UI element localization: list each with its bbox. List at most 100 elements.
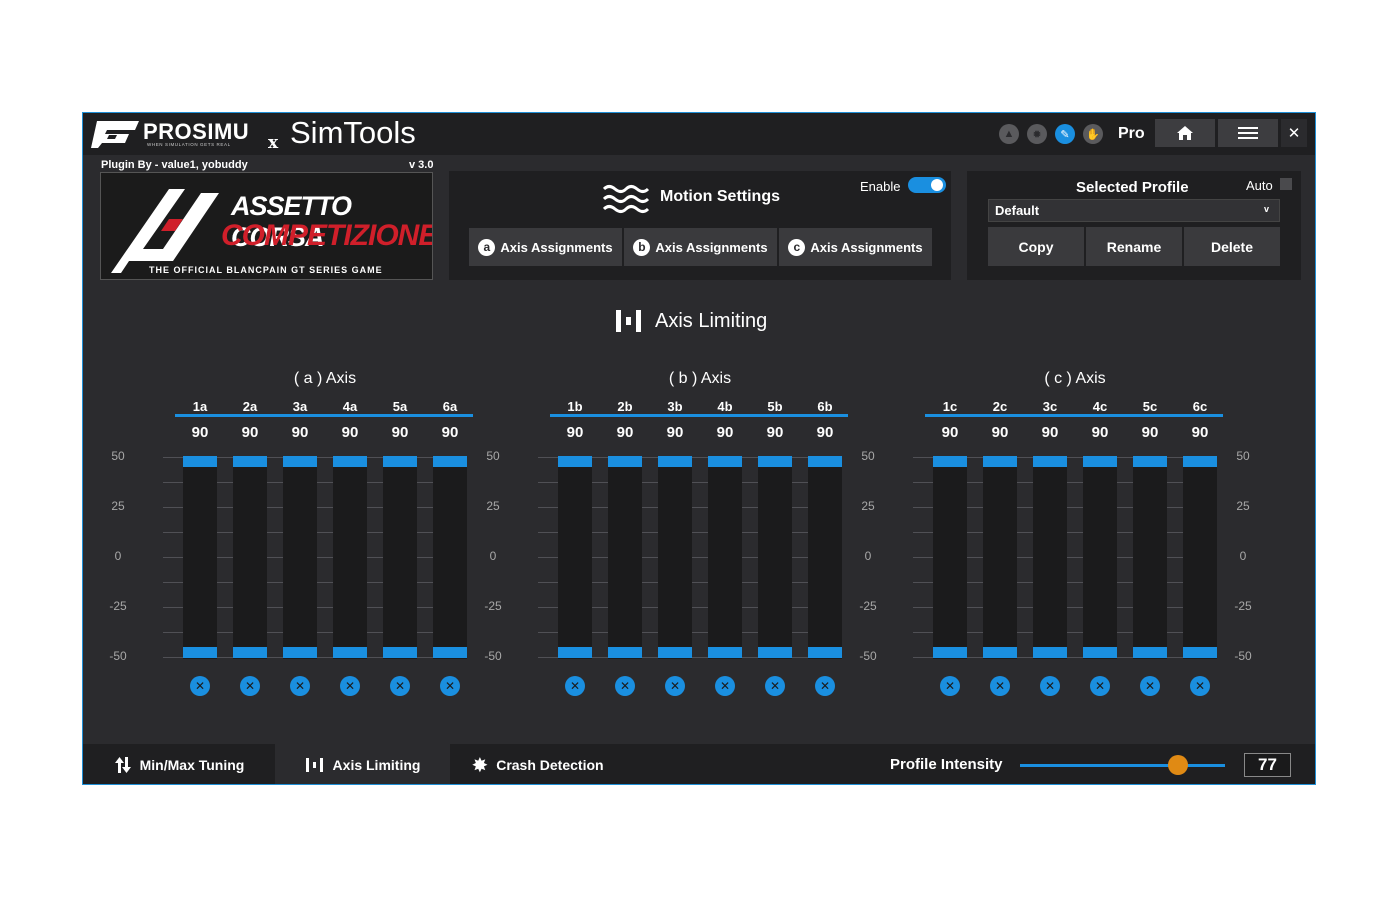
reset-x-icon[interactable]: ✕ [940, 676, 960, 696]
axis-upper-limit-handle[interactable] [983, 456, 1017, 467]
profile-intensity-label: Profile Intensity [890, 756, 1003, 773]
axis-upper-limit-handle[interactable] [233, 456, 267, 467]
scale-tick-label: 25 [861, 499, 875, 513]
axis-upper-limit-handle[interactable] [433, 456, 467, 467]
axis-lower-limit-handle[interactable] [433, 647, 467, 658]
axis-lower-limit-handle[interactable] [983, 647, 1017, 658]
reset-x-icon[interactable]: ✕ [1140, 676, 1160, 696]
axis-column-label: 4b [717, 399, 733, 414]
scale-tick-label: 50 [861, 449, 875, 463]
axis-column-label: 1b [567, 399, 583, 414]
reset-x-icon[interactable]: ✕ [765, 676, 785, 696]
axis-lower-limit-handle[interactable] [933, 647, 967, 658]
tab-axis-limiting[interactable]: Axis Limiting [275, 744, 450, 784]
axis-lower-limit-handle[interactable] [758, 647, 792, 658]
reset-x-icon[interactable]: ✕ [990, 676, 1010, 696]
axis-upper-limit-handle[interactable] [1183, 456, 1217, 467]
axis-lower-limit-handle[interactable] [1133, 647, 1167, 658]
axis-column-value[interactable]: 90 [755, 424, 795, 441]
reset-x-icon[interactable]: ✕ [665, 676, 685, 696]
axis-column-value[interactable]: 90 [230, 424, 270, 441]
reset-x-icon[interactable]: ✕ [1190, 676, 1210, 696]
scale-tick-label: -50 [109, 649, 127, 663]
axis-upper-limit-handle[interactable] [558, 456, 592, 467]
axis-upper-limit-handle[interactable] [1033, 456, 1067, 467]
axis-column-value[interactable]: 90 [930, 424, 970, 441]
axis-column-label: 3c [1042, 399, 1058, 414]
axis-bar [933, 457, 967, 659]
profile-intensity-knob[interactable] [1168, 755, 1188, 775]
profile-intensity-slider[interactable] [1020, 764, 1225, 767]
axis-lower-limit-handle[interactable] [333, 647, 367, 658]
axis-upper-limit-handle[interactable] [283, 456, 317, 467]
axis-column-label: 6c [1192, 399, 1208, 414]
reset-x-icon[interactable]: ✕ [290, 676, 310, 696]
tab-crash-detection[interactable]: ✸ Crash Detection [450, 744, 625, 784]
axis-column-value[interactable]: 90 [805, 424, 845, 441]
axis-upper-limit-handle[interactable] [1083, 456, 1117, 467]
axis-column-value[interactable]: 90 [1080, 424, 1120, 441]
axis-upper-limit-handle[interactable] [933, 456, 967, 467]
scale-tick-label: 50 [111, 449, 125, 463]
reset-x-icon[interactable]: ✕ [440, 676, 460, 696]
axis-column-value[interactable]: 90 [430, 424, 470, 441]
axis-column-value[interactable]: 90 [705, 424, 745, 441]
reset-x-icon[interactable]: ✕ [1040, 676, 1060, 696]
axis-upper-limit-handle[interactable] [708, 456, 742, 467]
reset-x-icon[interactable]: ✕ [715, 676, 735, 696]
axis-column-value[interactable]: 90 [655, 424, 695, 441]
axis-lower-limit-handle[interactable] [808, 647, 842, 658]
profile-intensity-value[interactable]: 77 [1244, 753, 1291, 777]
axis-lower-limit-handle[interactable] [608, 647, 642, 658]
axis-bar [758, 457, 792, 659]
axis-column-value[interactable]: 90 [1130, 424, 1170, 441]
axis-column-value[interactable]: 90 [380, 424, 420, 441]
reset-x-icon[interactable]: ✕ [240, 676, 260, 696]
axis-bar [983, 457, 1017, 659]
tab-min-max-tuning[interactable]: Min/Max Tuning [83, 744, 275, 784]
axis-lower-limit-handle[interactable] [1083, 647, 1117, 658]
axis-bar [1083, 457, 1117, 659]
axis-group-title: ( b ) Axis [668, 370, 732, 387]
axis-lower-limit-handle[interactable] [658, 647, 692, 658]
axis-lower-limit-handle[interactable] [383, 647, 417, 658]
scale-tick-label: 50 [1236, 449, 1250, 463]
scale-tick-label: 25 [1236, 499, 1250, 513]
axis-upper-limit-handle[interactable] [383, 456, 417, 467]
axis-upper-limit-handle[interactable] [808, 456, 842, 467]
axis-column-value[interactable]: 90 [555, 424, 595, 441]
axis-column-value[interactable]: 90 [1180, 424, 1220, 441]
axis-group-underline [175, 414, 473, 417]
axis-bar [383, 457, 417, 659]
axis-column-value[interactable]: 90 [280, 424, 320, 441]
axis-column-value[interactable]: 90 [605, 424, 645, 441]
axis-bar [183, 457, 217, 659]
axis-upper-limit-handle[interactable] [758, 456, 792, 467]
axis-column-value[interactable]: 90 [1030, 424, 1070, 441]
axis-upper-limit-handle[interactable] [183, 456, 217, 467]
axis-lower-limit-handle[interactable] [708, 647, 742, 658]
reset-x-icon[interactable]: ✕ [565, 676, 585, 696]
axis-column-value[interactable]: 90 [980, 424, 1020, 441]
axis-lower-limit-handle[interactable] [558, 647, 592, 658]
axis-lower-limit-handle[interactable] [283, 647, 317, 658]
scale-tick-label: -50 [859, 649, 877, 663]
scale-tick-label: -25 [1234, 599, 1252, 613]
axis-upper-limit-handle[interactable] [333, 456, 367, 467]
axis-upper-limit-handle[interactable] [658, 456, 692, 467]
reset-x-icon[interactable]: ✕ [390, 676, 410, 696]
reset-x-icon[interactable]: ✕ [1090, 676, 1110, 696]
axis-lower-limit-handle[interactable] [1033, 647, 1067, 658]
axis-lower-limit-handle[interactable] [233, 647, 267, 658]
reset-x-icon[interactable]: ✕ [340, 676, 360, 696]
axis-column-value[interactable]: 90 [330, 424, 370, 441]
axis-upper-limit-handle[interactable] [1133, 456, 1167, 467]
reset-x-icon[interactable]: ✕ [190, 676, 210, 696]
axis-lower-limit-handle[interactable] [1183, 647, 1217, 658]
axis-lower-limit-handle[interactable] [183, 647, 217, 658]
reset-x-icon[interactable]: ✕ [615, 676, 635, 696]
axis-column-value[interactable]: 90 [180, 424, 220, 441]
axis-bar [1033, 457, 1067, 659]
reset-x-icon[interactable]: ✕ [815, 676, 835, 696]
axis-upper-limit-handle[interactable] [608, 456, 642, 467]
